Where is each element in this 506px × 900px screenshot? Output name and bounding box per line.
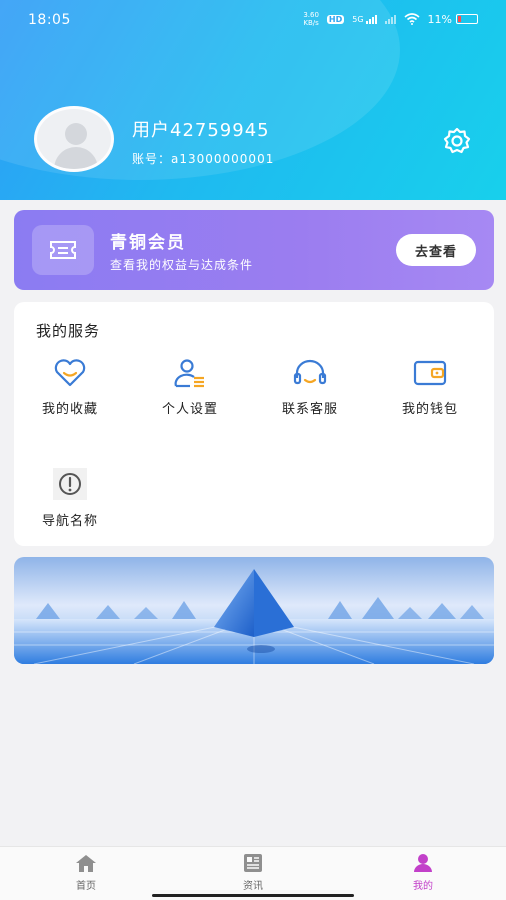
service-label: 联系客服 (281, 402, 338, 417)
profile-header: 18:05 3.60 KB/s HD 5G 11% 用户42759945 账号：… (0, 0, 506, 200)
battery-level: 11% (427, 12, 452, 26)
user-settings-icon (174, 359, 204, 388)
home-icon (76, 855, 96, 872)
home-indicator (152, 894, 354, 897)
headset-icon (293, 359, 327, 385)
news-icon (244, 854, 262, 872)
nav-home[interactable]: 首页 (46, 853, 126, 892)
network-speed: 3.60 KB/s (303, 11, 319, 27)
battery-icon (456, 14, 478, 24)
heart-icon (54, 359, 86, 387)
signal-5g-icon: 5G (352, 14, 377, 24)
signal-icon (384, 14, 396, 24)
hd-badge: HD (326, 14, 345, 24)
service-favorites[interactable]: 我的收藏 (20, 358, 120, 417)
member-subtitle: 查看我的权益与达成条件 (110, 258, 254, 272)
nav-profile[interactable]: 我的 (383, 853, 463, 892)
avatar[interactable] (34, 106, 114, 172)
account-number: 账号：a13000000001 (132, 152, 275, 166)
status-time: 18:05 (28, 12, 71, 28)
promo-banner[interactable] (14, 557, 494, 664)
services-title: 我的服务 (36, 322, 101, 340)
service-personal-settings[interactable]: 个人设置 (140, 358, 240, 417)
nav-label: 首页 (76, 881, 96, 892)
service-customer-support[interactable]: 联系客服 (260, 358, 360, 417)
wifi-icon (404, 13, 420, 25)
ticket-icon (32, 225, 94, 275)
profile-icon (414, 854, 432, 872)
member-card[interactable]: 青铜会员 查看我的权益与达成条件 去查看 (14, 210, 494, 290)
view-benefits-button[interactable]: 去查看 (396, 234, 476, 266)
service-label: 个人设置 (161, 402, 218, 417)
nav-news[interactable]: 资讯 (213, 853, 293, 892)
service-label: 导航名称 (41, 514, 98, 529)
nav-label: 资讯 (243, 881, 263, 892)
member-level-title: 青铜会员 (110, 233, 186, 253)
bottom-navigation: 首页 资讯 我的 (0, 846, 506, 900)
my-services-panel: 我的服务 我的收藏 个人设置 联系客服 我的钱包 导航名称 (14, 302, 494, 546)
battery-indicator: 11% (428, 13, 478, 26)
service-label: 我的收藏 (41, 402, 98, 417)
username: 用户42759945 (132, 120, 270, 141)
nav-label: 我的 (413, 881, 433, 892)
status-bar: 18:05 3.60 KB/s HD 5G 11% (0, 0, 506, 40)
service-label: 我的钱包 (401, 402, 458, 417)
service-nav-name[interactable]: 导航名称 (20, 468, 120, 529)
status-icons: 3.60 KB/s HD 5G 11% (303, 11, 478, 27)
banner-pyramid-image (14, 557, 494, 664)
wallet-icon (413, 360, 447, 386)
service-wallet[interactable]: 我的钱包 (380, 358, 480, 417)
alert-circle-icon (53, 468, 87, 500)
settings-gear-icon[interactable] (440, 124, 474, 158)
